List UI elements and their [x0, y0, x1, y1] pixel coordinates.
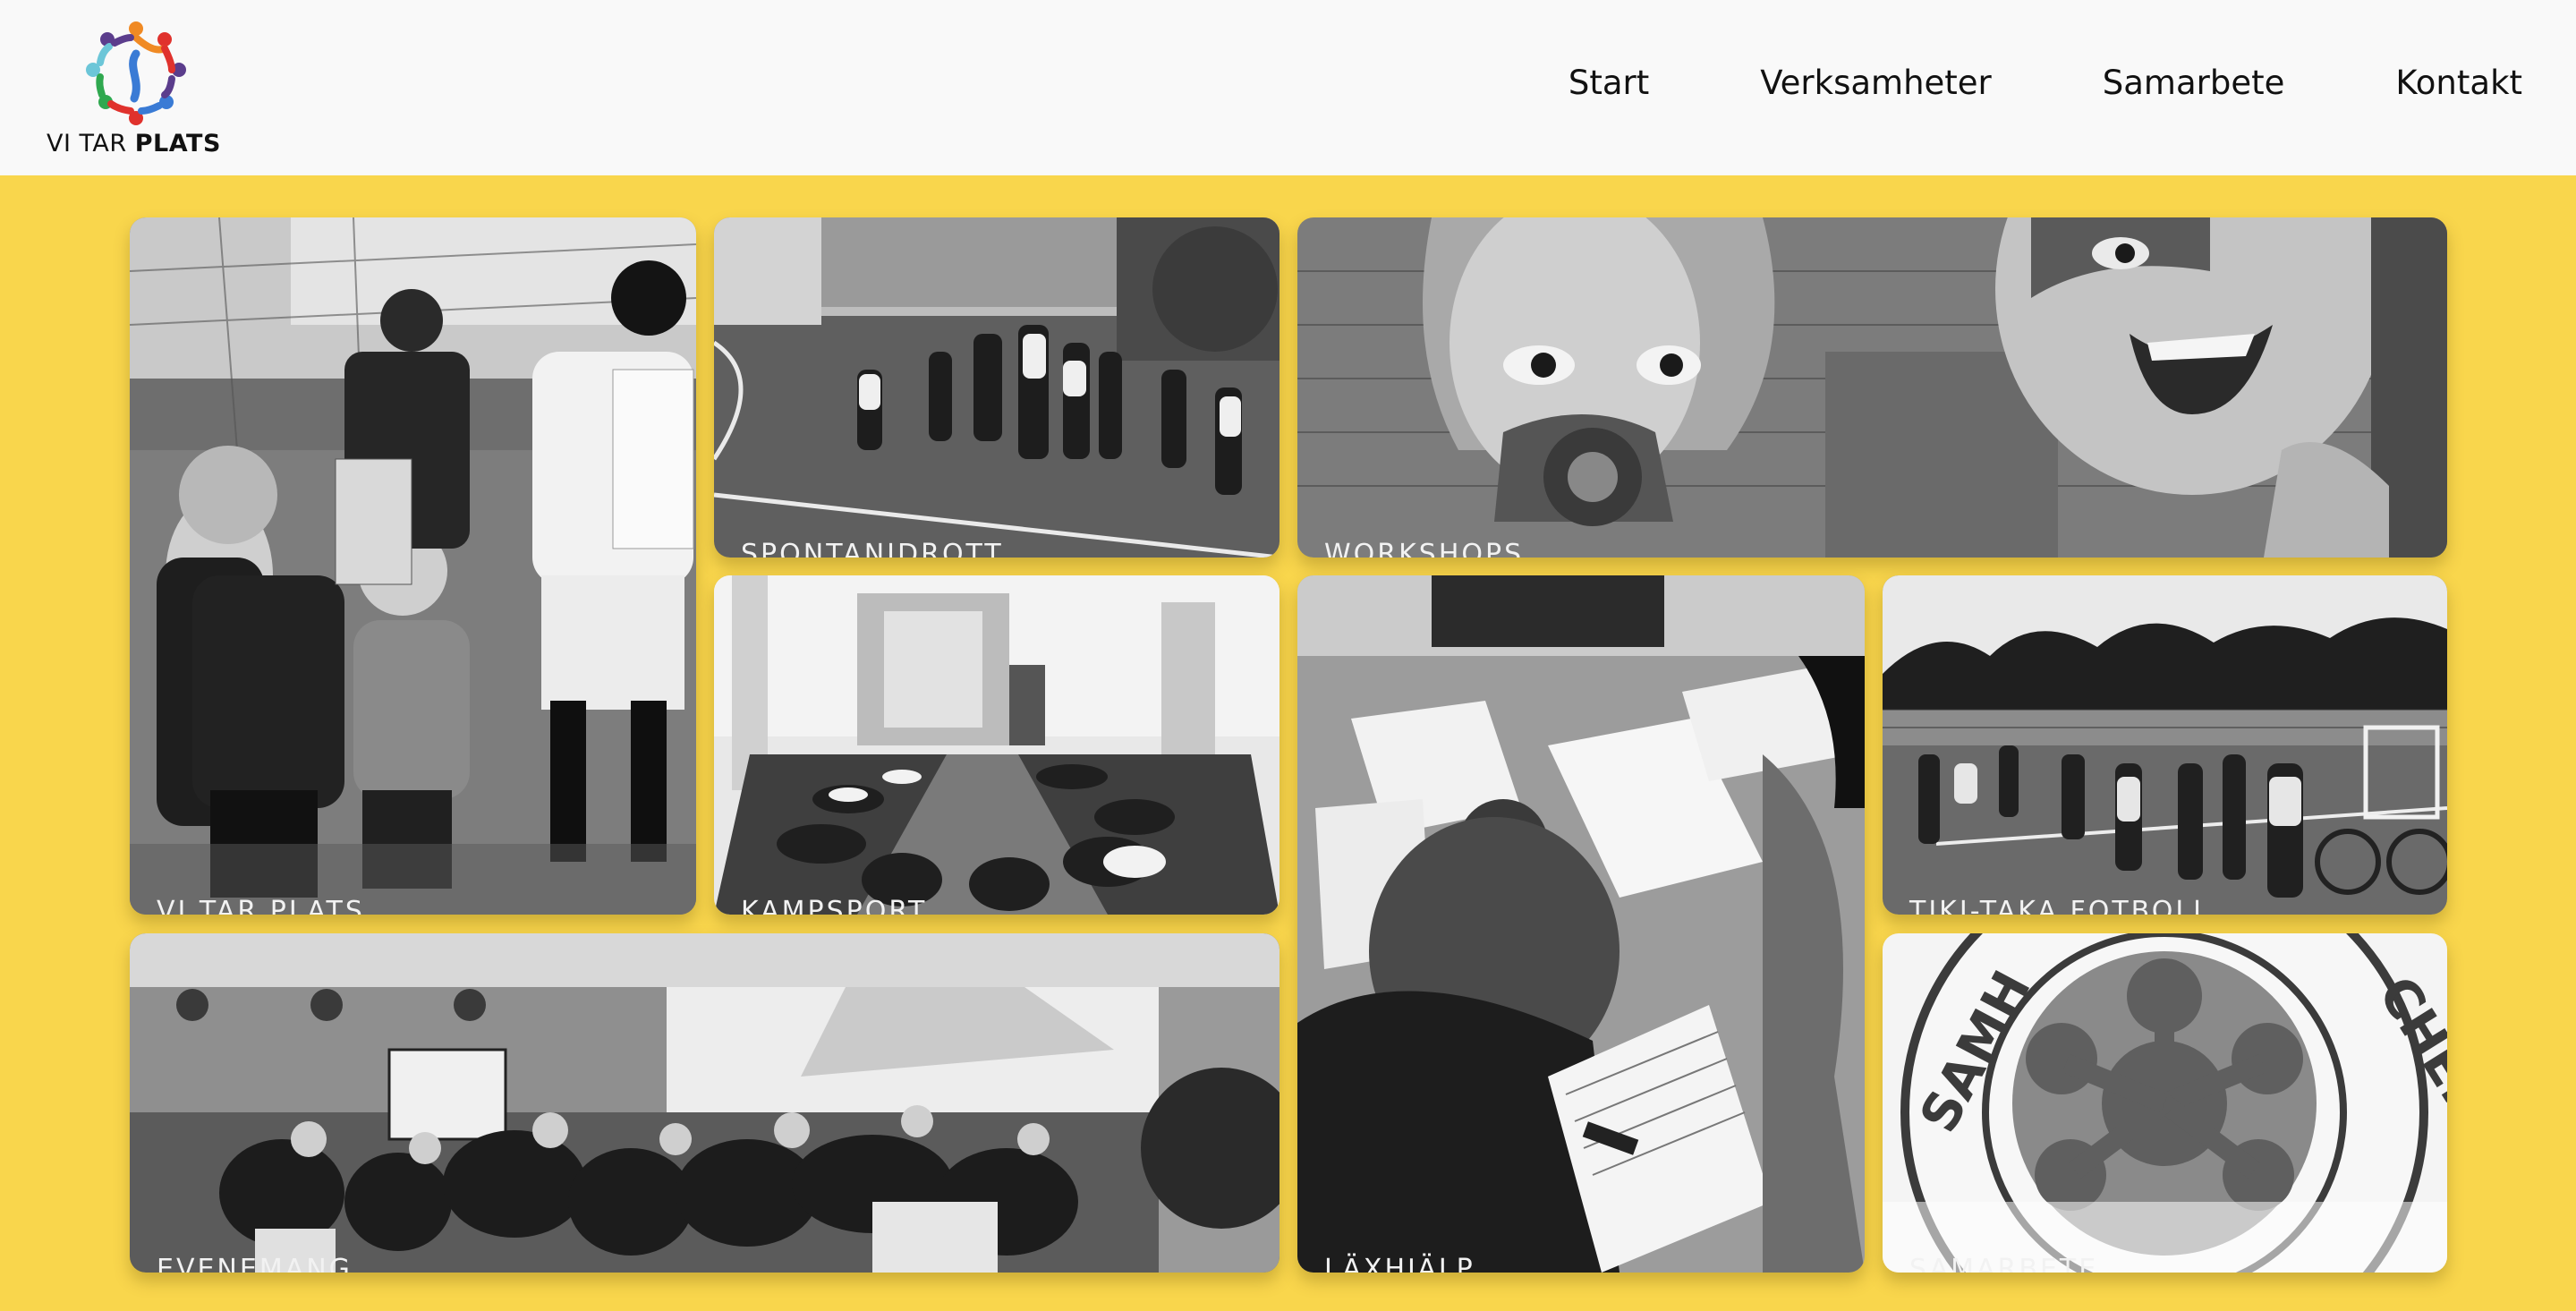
nav-verksamheter[interactable]: Verksamheter: [1760, 61, 1992, 106]
logo-people-icon: [86, 21, 186, 125]
logo-text-light: VI TAR: [47, 130, 135, 157]
evenemang-photo: [130, 933, 1279, 1273]
tile-vi-tar-plats[interactable]: VI TAR PLATS: [130, 217, 696, 915]
site-header: VI TAR PLATS Start Verksamheter Samarbet…: [0, 0, 2576, 175]
tile-samarbete[interactable]: SAMH CHEN SAMARBETE: [1883, 933, 2447, 1273]
tile-caption: SAMARBETE: [1909, 1254, 2099, 1273]
main-nav: Start Verksamheter Samarbete Kontakt: [1458, 61, 2522, 106]
nav-kontakt[interactable]: Kontakt: [2395, 61, 2522, 106]
tile-caption: SPONTANIDROTT: [741, 539, 1004, 558]
tile-caption: LÄXHJÄLP: [1324, 1254, 1475, 1273]
tile-caption: EVENEMANG: [157, 1254, 353, 1273]
tile-kampsport[interactable]: KAMPSPORT: [714, 575, 1279, 915]
tile-tiki-taka[interactable]: TIKI-TAKA FOTBOLL: [1883, 575, 2447, 915]
vi-tar-plats-photo: [130, 217, 696, 915]
logo-text-bold: PLATS: [134, 130, 221, 157]
workshops-photo: [1297, 217, 2447, 558]
tile-evenemang[interactable]: EVENEMANG: [130, 933, 1279, 1273]
tile-workshops[interactable]: WORKSHOPS: [1297, 217, 2447, 558]
tile-laxhjalp[interactable]: LÄXHJÄLP: [1297, 575, 1865, 1273]
spontanidrott-photo: [714, 217, 1279, 558]
kampsport-photo: [714, 575, 1279, 915]
laxhjalp-photo: [1297, 575, 1865, 1273]
nav-samarbete[interactable]: Samarbete: [2103, 61, 2285, 106]
nav-start[interactable]: Start: [1569, 61, 1649, 106]
site-logo[interactable]: VI TAR PLATS: [47, 18, 225, 161]
tiki-taka-photo: [1883, 575, 2447, 915]
logo-wordmark: VI TAR PLATS: [47, 130, 234, 157]
samarbete-photo: SAMH CHEN: [1883, 933, 2447, 1273]
tile-caption: WORKSHOPS: [1324, 539, 1525, 558]
tile-caption: TIKI-TAKA FOTBOLL: [1909, 896, 2211, 915]
tile-caption: VI TAR PLATS: [157, 896, 365, 915]
tile-caption: KAMPSPORT: [741, 896, 928, 915]
tile-spontanidrott[interactable]: SPONTANIDROTT: [714, 217, 1279, 558]
